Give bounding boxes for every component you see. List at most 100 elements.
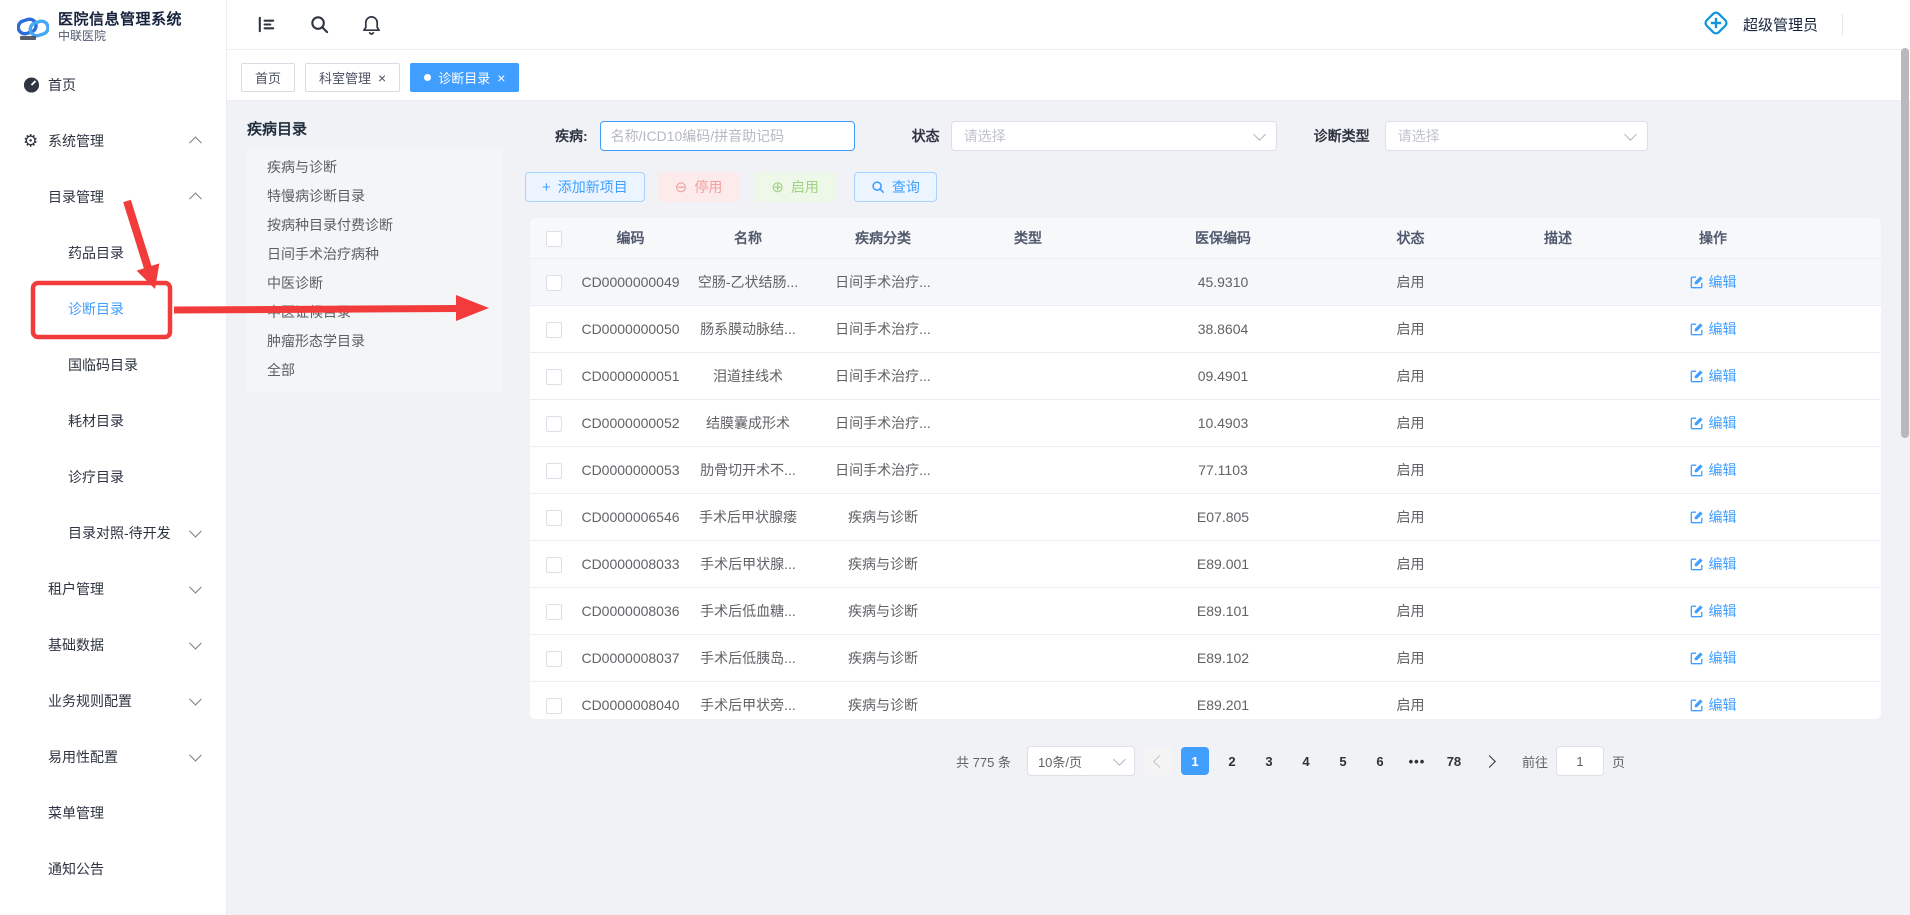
pagination: 共 775 条 10条/页 1 2 3 4 5 6 ••• 78 前往 页 [615,746,1910,776]
cell-insurance-code: E89.201 [1103,697,1343,713]
catalog-item-disease-diagnosis[interactable]: 疾病与诊断 [247,153,503,182]
page-button-3[interactable]: 3 [1255,747,1283,775]
collapse-sidebar-icon[interactable] [256,14,277,35]
row-checkbox[interactable] [546,275,562,291]
table-row: CD0000000053 肋骨切开术不... 日间手术治疗... 77.1103… [530,447,1881,494]
edit-button[interactable]: 编辑 [1690,366,1737,386]
select-all-checkbox[interactable] [546,231,562,247]
row-checkbox[interactable] [546,651,562,667]
bell-icon[interactable] [362,14,381,35]
diagnosis-type-label: 诊断类型 [1314,126,1370,146]
row-checkbox[interactable] [546,369,562,385]
sidebar-item-notice[interactable]: 通知公告 [0,841,226,897]
page-button-1[interactable]: 1 [1181,747,1209,775]
sidebar-item-drug-catalog[interactable]: 药品目录 [0,225,226,281]
table-row: CD0000008036 手术后低血糖... 疾病与诊断 E89.101 启用 … [530,588,1881,635]
catalog-item-tumor-morphology[interactable]: 肿瘤形态学目录 [247,327,503,356]
diagnosis-type-select[interactable]: 请选择 [1385,121,1648,151]
catalog-item-tcm-syndrome[interactable]: 中医证候目录 [247,298,503,327]
cell-code: CD0000000052 [578,415,683,431]
edit-button[interactable]: 编辑 [1690,319,1737,339]
tab-department-mgmt[interactable]: 科室管理 × [305,63,400,92]
edit-button[interactable]: 编辑 [1690,460,1737,480]
search-icon[interactable] [309,14,330,35]
row-checkbox[interactable] [546,463,562,479]
edit-button[interactable]: 编辑 [1690,507,1737,527]
page-size-select[interactable]: 10条/页 [1027,746,1135,776]
table-row: CD0000000052 结膜囊成形术 日间手术治疗... 10.4903 启用… [530,400,1881,447]
sidebar-item-home[interactable]: 首页 [0,57,226,113]
sidebar-item-treatment-catalog[interactable]: 诊疗目录 [0,449,226,505]
sidebar-item-diagnosis-catalog[interactable]: 诊断目录 [0,281,226,337]
edit-label: 编辑 [1709,366,1737,386]
circle-plus-icon: ⊕ [771,180,784,195]
next-page-button[interactable] [1477,747,1505,775]
edit-button[interactable]: 编辑 [1690,601,1737,621]
disease-search-input[interactable] [600,121,855,151]
edit-label: 编辑 [1709,648,1737,668]
catalog-item-per-disease-payment[interactable]: 按病种目录付费诊断 [247,211,503,240]
page-button-4[interactable]: 4 [1292,747,1320,775]
header-divider [1842,14,1843,35]
sidebar-item-consumables-catalog[interactable]: 耗材目录 [0,393,226,449]
edit-button[interactable]: 编辑 [1690,695,1737,715]
catalog-item-special-chronic[interactable]: 特慢病诊断目录 [247,182,503,211]
more-pages-icon[interactable]: ••• [1403,747,1431,775]
page-button-5[interactable]: 5 [1329,747,1357,775]
cell-insurance-code: E07.805 [1103,509,1343,525]
sidebar-item-menu-mgmt[interactable]: 菜单管理 [0,785,226,841]
chevron-down-icon [189,693,202,706]
edit-button[interactable]: 编辑 [1690,272,1737,292]
cell-status: 启用 [1343,272,1478,292]
sidebar-item-base-data[interactable]: 基础数据 [0,617,226,673]
edit-button[interactable]: 编辑 [1690,554,1737,574]
close-icon[interactable]: × [378,71,386,85]
sidebar-item-system-mgmt[interactable]: ⚙ 系统管理 [0,113,226,169]
catalog-item-tcm-diagnosis[interactable]: 中医诊断 [247,269,503,298]
sidebar-item-national-code-catalog[interactable]: 国临码目录 [0,337,226,393]
add-item-button[interactable]: + 添加新项目 [525,172,645,202]
page-button-78[interactable]: 78 [1440,747,1468,775]
prev-page-button[interactable] [1144,747,1172,775]
cell-insurance-code: 77.1103 [1103,462,1343,478]
page-button-6[interactable]: 6 [1366,747,1394,775]
user-menu[interactable]: 超级管理员 [1700,0,1818,49]
goto-label: 前往 [1522,752,1548,771]
edit-pencil-icon [1690,275,1704,289]
edit-button[interactable]: 编辑 [1690,648,1737,668]
cell-status: 启用 [1343,413,1478,433]
sidebar-item-tenant-mgmt[interactable]: 租户管理 [0,561,226,617]
status-select[interactable]: 请选择 [951,121,1277,151]
tab-diagnosis-catalog[interactable]: 诊断目录 × [410,63,519,92]
edit-button[interactable]: 编辑 [1690,413,1737,433]
cell-status: 启用 [1343,319,1478,339]
sidebar-item-catalog-mgmt[interactable]: 目录管理 [0,169,226,225]
sidebar-item-catalog-compare[interactable]: 目录对照-待开发 [0,505,226,561]
scrollbar-thumb[interactable] [1901,48,1909,438]
cell-status: 启用 [1343,648,1478,668]
cell-name: 空肠-乙状结肠... [683,272,813,292]
sidebar-item-business-rules[interactable]: 业务规则配置 [0,673,226,729]
sidebar-item-usability-config[interactable]: 易用性配置 [0,729,226,785]
row-checkbox[interactable] [546,604,562,620]
row-checkbox[interactable] [546,322,562,338]
catalog-item-all[interactable]: 全部 [247,356,503,385]
catalog-item-day-surgery[interactable]: 日间手术治疗病种 [247,240,503,269]
cell-status: 启用 [1343,554,1478,574]
row-checkbox[interactable] [546,416,562,432]
tab-home[interactable]: 首页 [241,63,295,92]
close-icon[interactable]: × [497,71,505,85]
row-checkbox[interactable] [546,557,562,573]
goto-page-input[interactable] [1556,746,1604,776]
row-checkbox[interactable] [546,698,562,714]
row-checkbox[interactable] [546,510,562,526]
enable-button[interactable]: ⊕ 启用 [754,172,836,202]
query-button[interactable]: 查询 [854,172,937,202]
catalog-panel-title: 疾病目录 [247,118,503,139]
user-name: 超级管理员 [1743,14,1818,35]
page-button-2[interactable]: 2 [1218,747,1246,775]
edit-label: 编辑 [1709,507,1737,527]
disable-button[interactable]: ⊖ 停用 [658,172,740,202]
total-count: 共 775 条 [956,752,1011,771]
cell-code: CD0000000049 [578,274,683,290]
